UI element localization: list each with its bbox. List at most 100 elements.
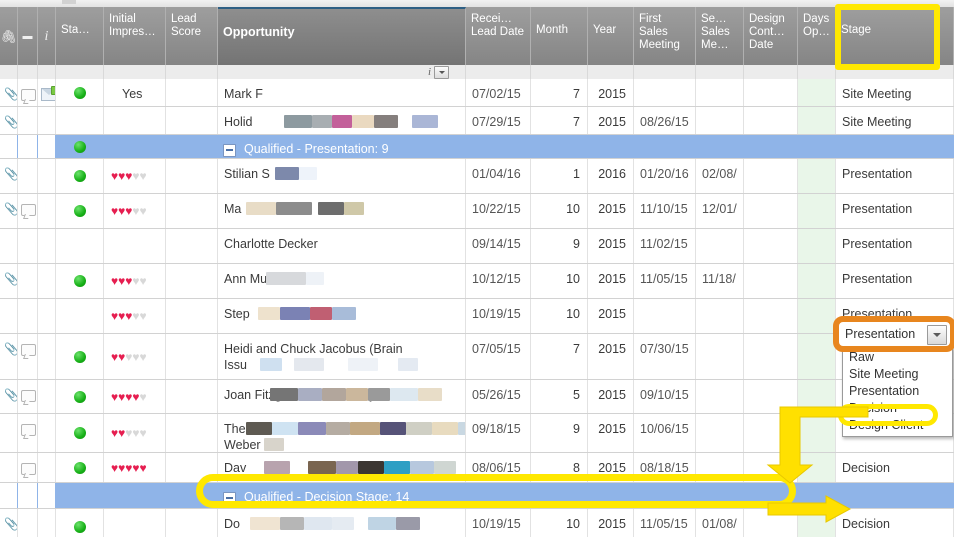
grid-cell[interactable]: 2015 — [588, 229, 634, 263]
column-header-se-sales-me[interactable]: Se… Sales Me… — [696, 7, 744, 65]
grid-cell[interactable] — [56, 79, 104, 106]
grid-cell[interactable]: 📎 — [0, 264, 18, 298]
grid-cell[interactable] — [18, 135, 38, 158]
column-header-year[interactable]: Year — [588, 7, 634, 65]
paperclip-icon[interactable]: 📎 — [4, 168, 17, 180]
grid-cell[interactable]: ♥♥♥♥♥ — [104, 453, 166, 482]
grid-cell[interactable] — [696, 380, 744, 413]
grid-cell[interactable] — [166, 194, 218, 228]
grid-cell[interactable]: 2015 — [588, 380, 634, 413]
grid-cell[interactable]: 2015 — [588, 509, 634, 537]
grid-cell[interactable]: 08/18/15 — [634, 453, 696, 482]
paperclip-icon[interactable]: 📎 — [4, 343, 17, 355]
note-icon[interactable] — [21, 463, 36, 475]
grid-cell[interactable]: Presentation — [836, 194, 954, 228]
grid-cell[interactable]: 7 — [531, 107, 588, 134]
grid-cell[interactable]: 11/05/15 — [634, 509, 696, 537]
grid-cell[interactable] — [166, 79, 218, 106]
grid-cell[interactable]: 7 — [531, 334, 588, 379]
table-row[interactable]: ♥♥♥♥♥ Step 10/19/15 10 2015 Presentation — [0, 299, 954, 334]
grid-cell[interactable]: Presentation — [836, 159, 954, 193]
grid-cell[interactable] — [56, 107, 104, 134]
grid-cell[interactable] — [104, 229, 166, 263]
grid-cell[interactable] — [166, 299, 218, 333]
paperclip-icon[interactable]: 📎 — [4, 203, 17, 215]
grid-cell[interactable]: 08/26/15 — [634, 107, 696, 134]
column-header-recei-lead-date[interactable]: Recei… Lead Date — [466, 7, 531, 65]
grid-cell[interactable] — [38, 107, 56, 134]
note-icon[interactable] — [21, 344, 36, 356]
grid-cell[interactable]: 02/08/ — [696, 159, 744, 193]
grid-cell[interactable] — [798, 194, 836, 228]
grid-cell[interactable]: ♥♥♥♥♥ — [104, 159, 166, 193]
grid-cell[interactable] — [56, 194, 104, 228]
grid-cell[interactable] — [166, 135, 218, 158]
grid-cell[interactable] — [56, 135, 104, 158]
grid-cell[interactable] — [18, 79, 38, 106]
grid-cell[interactable]: 01/20/16 — [634, 159, 696, 193]
grid-cell[interactable] — [38, 299, 56, 333]
grid-cell[interactable] — [696, 299, 744, 333]
grid-cell[interactable] — [744, 264, 798, 298]
grid-cell[interactable] — [38, 229, 56, 263]
grid-cell[interactable] — [744, 79, 798, 106]
grid-cell[interactable] — [744, 107, 798, 134]
grid-cell[interactable]: 2015 — [588, 264, 634, 298]
note-icon[interactable] — [21, 204, 36, 216]
grid-cell[interactable] — [18, 334, 38, 379]
grid-cell[interactable] — [696, 107, 744, 134]
grid-cell[interactable]: Ma — [218, 194, 466, 228]
grid-cell[interactable]: 2015 — [588, 299, 634, 333]
grid-cell[interactable]: 📎 — [0, 194, 18, 228]
grid-cell[interactable]: 2015 — [588, 453, 634, 482]
grid-cell[interactable] — [18, 453, 38, 482]
grid-cell[interactable] — [166, 229, 218, 263]
grid-cell[interactable] — [56, 453, 104, 482]
column-header-month[interactable]: Month — [531, 7, 588, 65]
email-icon[interactable] — [41, 86, 55, 101]
table-row[interactable]: 📎 ♥♥♥♥♥ Ma 10/22/15 10 2015 11/10/15 12/01/Pres… — [0, 194, 954, 229]
stage-option-site-meeting[interactable]: Site Meeting — [843, 366, 952, 383]
chevron-down-icon[interactable] — [927, 325, 947, 345]
grid-cell[interactable] — [696, 135, 744, 158]
column-header-design-cont-date[interactable]: Design Cont… Date — [744, 7, 798, 65]
grid-cell[interactable] — [56, 264, 104, 298]
table-row[interactable]: 📎 ♥♥♥♥♥ Heidi and Chuck Jacobus (Brain Issu… — [0, 334, 954, 380]
grid-cell[interactable]: 📎 — [0, 380, 18, 413]
grid-cell[interactable] — [18, 107, 38, 134]
note-icon[interactable] — [21, 424, 36, 436]
grid-cell[interactable] — [466, 135, 531, 158]
grid-cell[interactable] — [18, 483, 38, 508]
grid-cell[interactable]: 08/06/15 — [466, 453, 531, 482]
grid-cell[interactable] — [798, 107, 836, 134]
grid-cell[interactable]: 10/19/15 — [466, 299, 531, 333]
collapse-group-icon[interactable] — [223, 144, 236, 157]
grid-cell[interactable] — [38, 509, 56, 537]
grid-cell[interactable]: 10/22/15 — [466, 194, 531, 228]
grid-cell[interactable]: 09/18/15 — [466, 414, 531, 452]
grid-cell[interactable]: 2015 — [588, 414, 634, 452]
grid-cell[interactable] — [0, 414, 18, 452]
grid-cell[interactable] — [166, 334, 218, 379]
column-header-stage[interactable]: Stage — [836, 7, 954, 65]
grid-cell[interactable] — [466, 483, 531, 508]
grid-cell[interactable]: 2015 — [588, 79, 634, 106]
grid-cell[interactable] — [744, 194, 798, 228]
grid-cell[interactable]: 01/04/16 — [466, 159, 531, 193]
grid-cell[interactable] — [56, 483, 104, 508]
grid-cell[interactable] — [56, 159, 104, 193]
grid-cell[interactable] — [38, 414, 56, 452]
filter-cell[interactable] — [466, 65, 531, 79]
filter-cell[interactable] — [0, 65, 18, 79]
grid-cell[interactable]: Site Meeting — [836, 79, 954, 106]
group-header-row[interactable]: Qualified - Presentation: 9 — [0, 135, 954, 159]
grid-cell[interactable]: 07/05/15 — [466, 334, 531, 379]
grid-cell[interactable] — [634, 135, 696, 158]
grid-cell[interactable]: 9 — [531, 229, 588, 263]
grid-cell[interactable] — [744, 299, 798, 333]
grid-cell[interactable] — [798, 135, 836, 158]
grid-cell[interactable]: 09/14/15 — [466, 229, 531, 263]
grid-cell[interactable] — [18, 194, 38, 228]
grid-cell[interactable]: Stilian S — [218, 159, 466, 193]
filter-cell[interactable] — [18, 65, 38, 79]
